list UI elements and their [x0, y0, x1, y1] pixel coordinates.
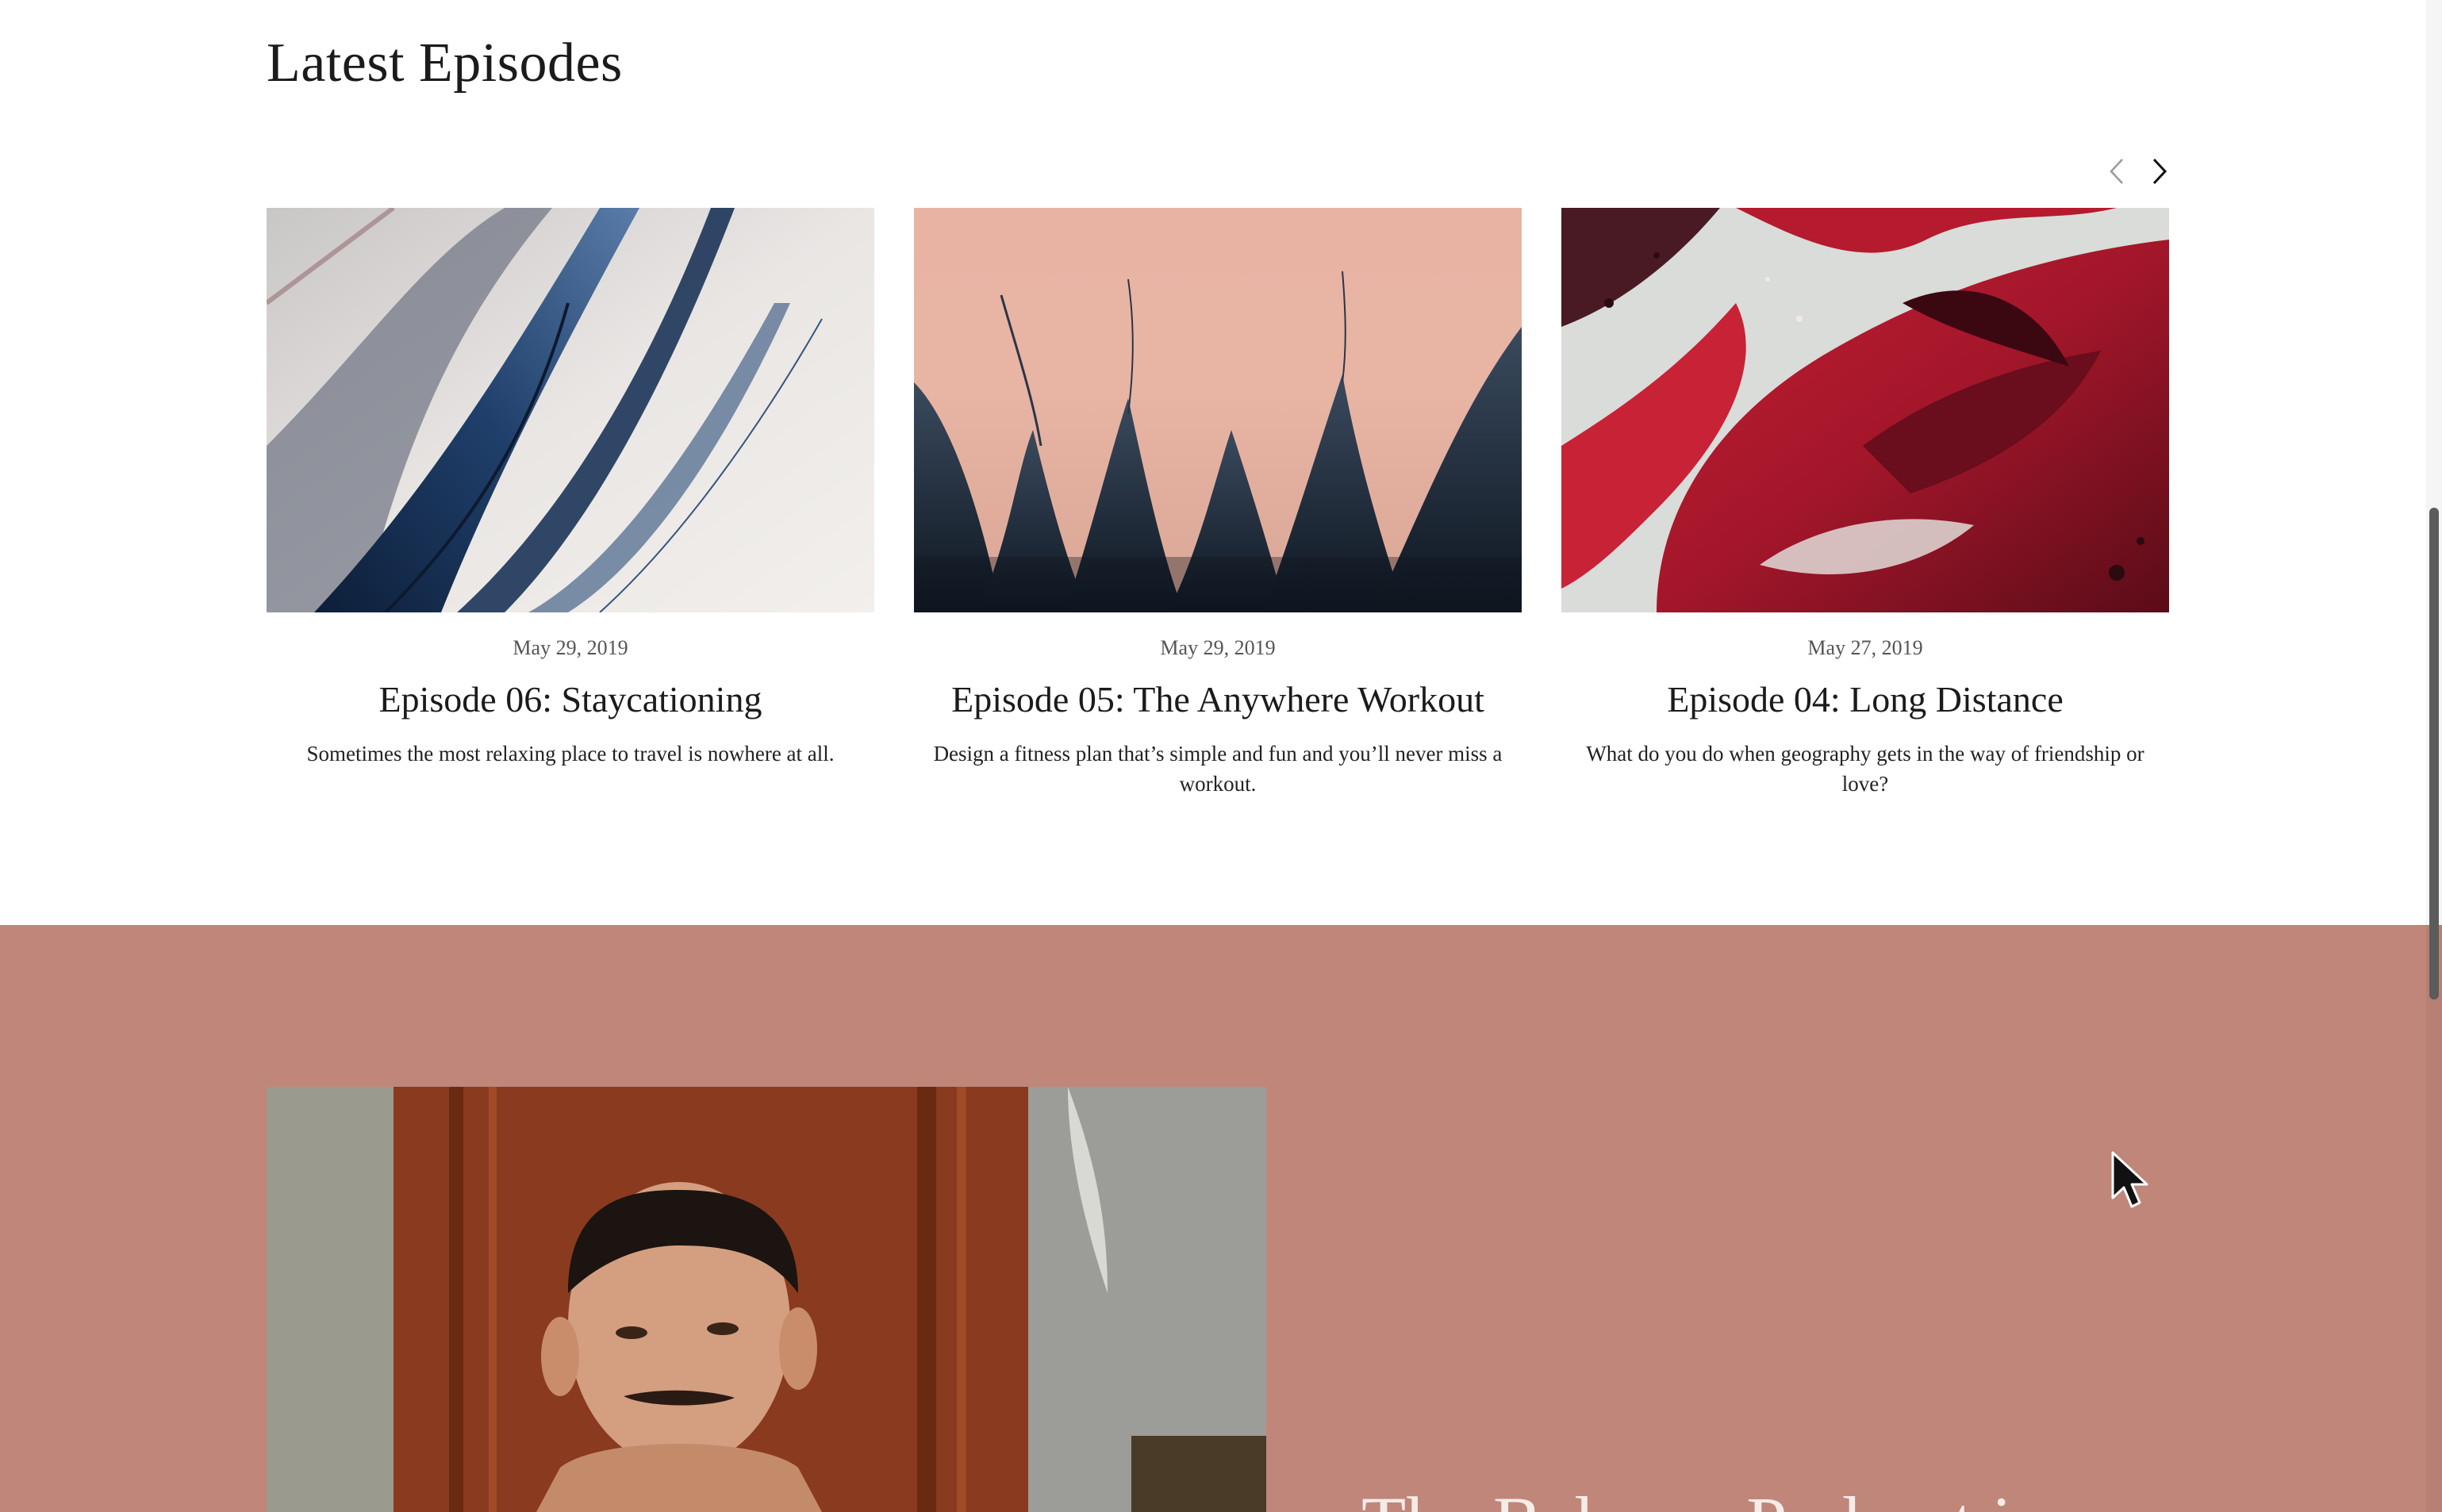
chevron-right-icon [2152, 158, 2167, 185]
episode-description: Sometimes the most relaxing place to tra… [306, 742, 835, 766]
episode-card[interactable]: May 27, 2019 Episode 04: Long Distance W… [1561, 208, 2169, 799]
latest-episodes-section: Latest Episodes May 29, 2019 Episode 06:… [0, 0, 2442, 925]
episode-card[interactable]: May 29, 2019 Episode 06: Staycationing S… [267, 208, 874, 769]
episode-title[interactable]: Episode 05: The Anywhere Workout [914, 677, 1522, 721]
episode-thumbnail[interactable] [914, 208, 1522, 612]
page-scrollbar[interactable] [2426, 0, 2442, 1512]
carousel-next-button[interactable] [2144, 155, 2175, 187]
episode-date: May 29, 2019 [1160, 636, 1276, 659]
episode-thumbnail[interactable] [1561, 208, 2169, 612]
scrollbar-thumb[interactable] [2429, 508, 2439, 1000]
page: Latest Episodes May 29, 2019 Episode 06:… [0, 0, 2442, 1512]
chevron-left-icon [2110, 159, 2123, 184]
mouse-cursor-icon [2111, 1151, 2148, 1208]
host-portrait-image [267, 1087, 1266, 1512]
episode-date: May 27, 2019 [1807, 636, 1923, 659]
episode-title[interactable]: Episode 06: Staycationing [267, 677, 874, 721]
carousel-prev-button[interactable] [2101, 155, 2133, 187]
episode-description: What do you do when geography gets in th… [1586, 742, 2144, 796]
episode-title[interactable]: Episode 04: Long Distance [1561, 677, 2169, 721]
featured-section: The Balance Podcast is [0, 925, 2442, 1512]
episode-thumbnail[interactable] [267, 208, 874, 612]
episode-description: Design a fitness plan that’s simple and … [933, 742, 1503, 796]
episode-card[interactable]: May 29, 2019 Episode 05: The Anywhere Wo… [914, 208, 1522, 799]
section-title: Latest Episodes [267, 33, 623, 94]
feature-heading: The Balance Podcast is [1361, 1480, 2041, 1512]
episode-date: May 29, 2019 [513, 636, 628, 659]
